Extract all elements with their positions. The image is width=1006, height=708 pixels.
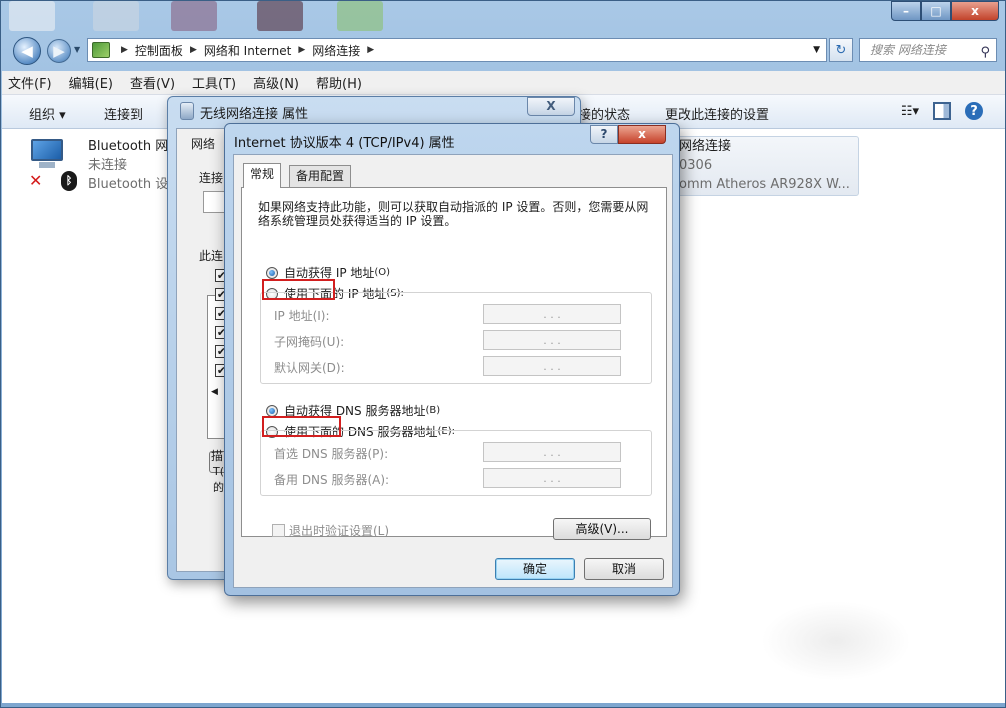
dns-fields-group: 首选 DNS 服务器(P): . . . 备用 DNS 服务器(A): . . … [260, 430, 652, 496]
description-label: 描 [211, 449, 224, 463]
desktop-icon [9, 1, 55, 31]
breadcrumb-network-internet[interactable]: 网络和 Internet [204, 42, 291, 59]
search-input[interactable]: 搜索 网络连接 ⚲ [859, 38, 997, 62]
desktop-icon [171, 1, 217, 31]
ok-button[interactable]: 确定 [495, 558, 575, 580]
help-button[interactable]: ? [590, 125, 618, 144]
bluetooth-icon: ᛒ [61, 171, 77, 191]
bluetooth-name: Bluetooth 网 [88, 139, 169, 154]
menu-advanced[interactable]: 高级(N) [253, 73, 299, 92]
default-gateway-label: 默认网关(D): [274, 361, 345, 375]
default-gateway-input[interactable]: . . . [483, 356, 621, 376]
auto-dns-radio[interactable] [266, 404, 278, 417]
ipv4-dialog-close-button[interactable]: x [618, 125, 666, 144]
window-controls: – □ x [891, 1, 999, 21]
wireless-dialog-close-button[interactable]: X [527, 97, 575, 116]
highlight-manual-ip [262, 279, 335, 300]
preferred-dns-label: 首选 DNS 服务器(P): [274, 447, 389, 461]
search-placeholder: 搜索 网络连接 [870, 43, 946, 57]
minimize-button[interactable]: – [891, 1, 921, 21]
connect-to-button[interactable]: 连接到 [104, 104, 143, 123]
help-icon[interactable]: ? [965, 102, 983, 120]
cancel-button[interactable]: 取消 [584, 558, 664, 580]
this-connection-label: 此连 [199, 249, 224, 263]
chevron-right-icon[interactable]: ▶ [298, 45, 305, 55]
bluetooth-connection-item[interactable]: Bluetooth 网 未连接 Bluetooth 设 [88, 137, 168, 194]
description-fragment: T( [213, 465, 225, 478]
connect-using-label: 连接 [199, 171, 224, 185]
chevron-right-icon[interactable]: ▶ [190, 45, 197, 55]
back-button[interactable]: ◀ [13, 37, 41, 65]
chevron-right-icon[interactable]: ▶ [121, 45, 128, 55]
validate-on-exit-label: 退出时验证设置(L) [289, 524, 390, 538]
tab-network[interactable]: 网络 [191, 135, 215, 152]
subnet-mask-label: 子网掩码(U): [274, 335, 345, 349]
scroll-left-icon[interactable]: ◀ [211, 387, 218, 397]
wireless-connection-text: 网络连接 0306 omm Atheros AR928X W... [679, 137, 850, 194]
refresh-button[interactable]: ↻ [829, 38, 853, 62]
preferred-dns-input[interactable]: . . . [483, 442, 621, 462]
maximize-button[interactable]: □ [921, 1, 951, 21]
address-dropdown-icon[interactable]: ▼ [813, 45, 820, 55]
view-options-icon[interactable]: ☷▾ [901, 102, 919, 120]
menu-tools[interactable]: 工具(T) [192, 73, 236, 92]
view-controls: ☷▾ ? [901, 102, 983, 120]
menu-file[interactable]: 文件(F) [8, 73, 52, 92]
bluetooth-status: 未连接 [88, 158, 128, 173]
general-tab-panel: 如果网络支持此功能，则可以获取自动指派的 IP 设置。否则，您需要从网络系统管理… [241, 187, 667, 540]
wireless-dialog-title: 无线网络连接 属性 [200, 107, 309, 122]
history-dropdown-icon[interactable]: ▼ [74, 45, 80, 54]
network-computer-icon [27, 139, 65, 171]
ip-address-label: IP 地址(I): [274, 309, 330, 323]
forward-button[interactable]: ▶ [47, 39, 71, 63]
wireless-status: 0306 [679, 158, 713, 173]
tab-alternate-config[interactable]: 备用配置 [289, 165, 352, 187]
network-adapter-icon [180, 102, 194, 120]
bluetooth-device: Bluetooth 设 [88, 177, 169, 192]
organize-button[interactable]: 组织 ▾ [29, 104, 66, 123]
ip-fields-group: IP 地址(I): . . . 子网掩码(U): . . . 默认网关(D): … [260, 292, 652, 384]
advanced-button[interactable]: 高级(V)... [553, 518, 651, 540]
disconnected-x-icon: ✕ [29, 171, 43, 190]
menu-view[interactable]: 查看(V) [130, 73, 175, 92]
menu-bar: 文件(F) 编辑(E) 查看(V) 工具(T) 高级(N) 帮助(H) [2, 71, 1005, 95]
auto-ip-hotkey: (O) [374, 267, 391, 278]
breadcrumb-control-panel[interactable]: 控制面板 [135, 42, 183, 59]
auto-dns-hotkey: (B) [425, 405, 441, 416]
menu-help[interactable]: 帮助(H) [316, 73, 362, 92]
wireless-name: 网络连接 [679, 139, 732, 154]
tab-general[interactable]: 常规 [243, 163, 282, 188]
menu-edit[interactable]: 编辑(E) [69, 73, 113, 92]
ip-address-input[interactable]: . . . [483, 304, 621, 324]
change-settings-button[interactable]: 更改此连接的设置 [665, 104, 769, 123]
alternate-dns-label: 备用 DNS 服务器(A): [274, 473, 390, 487]
desktop-icon [93, 1, 139, 31]
subnet-mask-input[interactable]: . . . [483, 330, 621, 350]
ipv4-dialog-body: 常规 备用配置 如果网络支持此功能，则可以获取自动指派的 IP 设置。否则，您需… [233, 154, 673, 588]
address-row: ◀ ▶ ▼ ▶ 控制面板 ▶ 网络和 Internet ▶ 网络连接 ▶ ▼ ↻… [1, 33, 1006, 67]
desktop-icon [337, 1, 383, 31]
description-fragment: 的 [213, 481, 224, 494]
alternate-dns-input[interactable]: . . . [483, 468, 621, 488]
address-bar[interactable]: ▶ 控制面板 ▶ 网络和 Internet ▶ 网络连接 ▶ ▼ [87, 38, 827, 62]
ipv4-dialog-title: Internet 协议版本 4 (TCP/IPv4) 属性 [234, 136, 455, 151]
validate-on-exit-checkbox[interactable] [272, 524, 285, 537]
auto-ip-radio[interactable] [266, 266, 278, 279]
watermark-blur [761, 601, 911, 681]
highlight-manual-dns [262, 416, 341, 437]
close-button[interactable]: x [951, 1, 999, 21]
chevron-right-icon[interactable]: ▶ [367, 45, 374, 55]
view-status-button[interactable]: 接的状态 [578, 104, 630, 123]
validate-on-exit-option[interactable]: 退出时验证设置(L) [272, 522, 389, 539]
wireless-device: omm Atheros AR928X W... [679, 177, 850, 192]
ipv4-properties-dialog: Internet 协议版本 4 (TCP/IPv4) 属性 ? x 常规 备用配… [224, 123, 680, 596]
title-bar [1, 1, 881, 33]
breadcrumb-network-connections[interactable]: 网络连接 [312, 42, 360, 59]
desktop-icon [257, 1, 303, 31]
description-text: 如果网络支持此功能，则可以获取自动指派的 IP 设置。否则，您需要从网络系统管理… [258, 200, 649, 228]
control-panel-icon [92, 42, 110, 58]
search-icon[interactable]: ⚲ [980, 42, 990, 64]
adapter-icon [203, 191, 225, 213]
preview-pane-icon[interactable] [933, 102, 951, 120]
